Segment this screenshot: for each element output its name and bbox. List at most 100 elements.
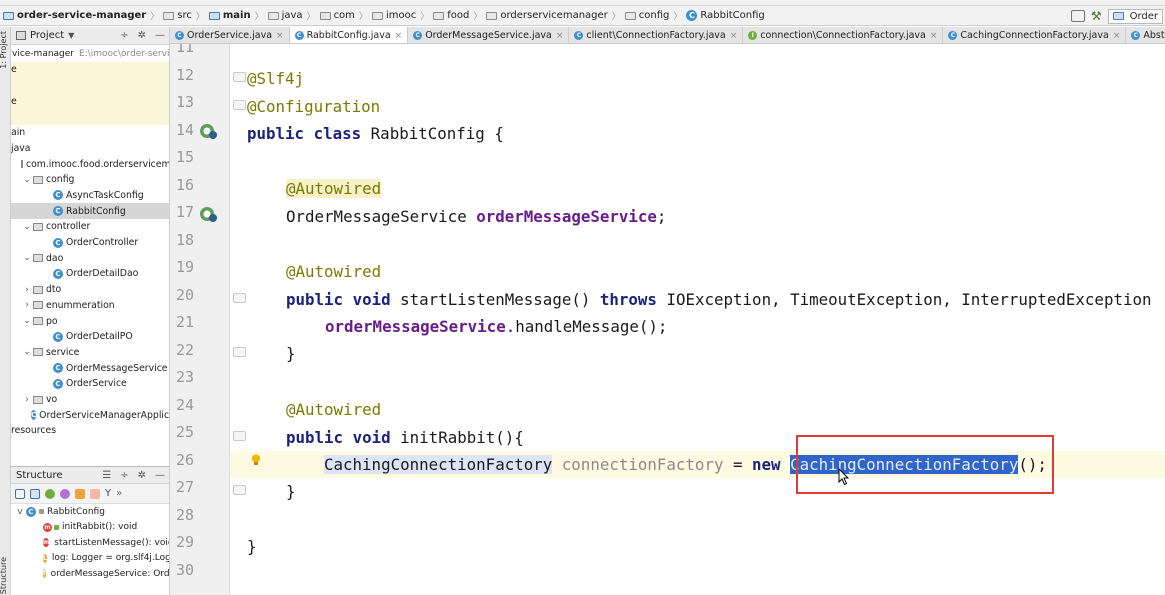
breadcrumb-separator-icon: 〉	[358, 12, 368, 22]
project-tree-row[interactable]: › vo	[11, 392, 169, 408]
structure-root-row[interactable]: v C RabbitConfig	[11, 504, 169, 520]
project-tree-row[interactable]: C OrderDetailPO	[11, 329, 169, 345]
project-tree-row[interactable]: COrderServiceManagerApplication	[11, 407, 169, 423]
editor-tab[interactable]: C CachingConnectionFactory.java ×	[943, 27, 1127, 43]
breadcrumb-item[interactable]: java	[267, 10, 303, 21]
close-icon[interactable]: ×	[395, 31, 403, 41]
build-hammer-icon[interactable]: ⚒	[1091, 9, 1102, 23]
project-tree-row[interactable]: e	[11, 93, 169, 110]
hide-panel-icon[interactable]: —	[155, 30, 165, 41]
code-editor[interactable]: 11 12 13 14 15 16 17 18 19 20 21 22 23 24 25 26 27 28 29 30…	[170, 44, 1165, 595]
project-tree-row[interactable]: ⌄ controller	[11, 219, 169, 235]
project-tree-row[interactable]: resources	[11, 423, 169, 439]
chevron-right-icon[interactable]: ›	[21, 285, 33, 295]
project-tree-label: RabbitConfig	[66, 205, 126, 217]
breadcrumb-item[interactable]: config	[624, 10, 669, 21]
project-tree-row[interactable]: C RabbitConfig	[11, 203, 169, 219]
project-tree-row[interactable]: ⌄ po	[11, 313, 169, 329]
project-tree-row[interactable]: e	[11, 62, 169, 78]
close-icon[interactable]: ×	[930, 31, 938, 41]
breadcrumb-item[interactable]: main	[208, 10, 251, 21]
project-tree-row[interactable]: java	[11, 141, 169, 157]
project-tree-row[interactable]: ⌄ service	[11, 345, 169, 361]
show-properties-icon[interactable]	[60, 488, 70, 499]
project-root-row[interactable]: vice-manager E:\imooc\order-servi	[11, 45, 169, 62]
breadcrumb-item[interactable]: com	[319, 10, 355, 21]
run-configuration-select[interactable]: Order	[1107, 8, 1163, 24]
project-structure-icon[interactable]	[1070, 10, 1085, 22]
editor-tab[interactable]: Cclient\ConnectionFactory.java ×	[569, 27, 744, 43]
editor-tab[interactable]: C OrderService.java ×	[170, 27, 290, 43]
hide-panel-icon[interactable]: —	[155, 470, 165, 481]
visibility-icon	[39, 509, 44, 515]
structure-item[interactable]: f orderMessageService: OrderMessageServic…	[11, 566, 169, 582]
project-tree-row[interactable]: C AsyncTaskConfig	[11, 188, 169, 204]
toolbar-right: ⚒ Order	[1070, 6, 1165, 25]
code-area[interactable]: @Slf4j @Configuration public class Rabbi…	[230, 44, 1165, 595]
project-tree-row[interactable]: › enummeration	[11, 298, 169, 314]
settings-gear-icon[interactable]: ✲	[138, 470, 146, 481]
project-tree-row[interactable]: ⌄ dao	[11, 250, 169, 266]
breadcrumb-item[interactable]: src	[163, 10, 192, 21]
breadcrumb-separator-icon: 〉	[420, 12, 430, 22]
close-icon[interactable]: ×	[730, 31, 738, 41]
project-tree-row[interactable]: C OrderDetailDao	[11, 266, 169, 282]
project-panel-title[interactable]: Project	[30, 30, 64, 41]
class-icon: C	[574, 31, 584, 40]
project-tree-label: controller	[46, 221, 91, 233]
chevron-down-icon[interactable]: ⌄	[21, 347, 33, 357]
editor-tab[interactable]: Iconnection\ConnectionFactory.java ×	[743, 27, 944, 43]
structure-item[interactable]: m startListenMessage(): void	[11, 535, 169, 551]
project-tree-label: e	[11, 95, 17, 107]
collapse-all-icon[interactable]: ÷	[120, 30, 128, 41]
project-tree-row[interactable]: com.imooc.food.orderservicemanager	[11, 156, 169, 172]
expand-all-icon[interactable]: ☰	[102, 470, 111, 481]
project-tree-row[interactable]: C OrderController	[11, 235, 169, 251]
breadcrumb-item[interactable]: imooc	[371, 10, 416, 21]
close-icon[interactable]: ×	[556, 31, 564, 41]
close-icon[interactable]: ×	[276, 31, 284, 41]
editor-tab[interactable]: C RabbitConfig.java ×	[289, 27, 409, 43]
structure-item[interactable]: m initRabbit(): void	[11, 520, 169, 536]
breadcrumb-item[interactable]: order-service-manager	[3, 10, 146, 21]
sort-by-visibility-icon[interactable]	[15, 488, 25, 499]
chevron-down-icon[interactable]: v	[14, 507, 26, 517]
filter-icon[interactable]: Y	[105, 488, 111, 499]
show-inherited-icon[interactable]	[45, 488, 55, 499]
project-tool-tab[interactable]: 1: Project	[0, 31, 8, 69]
collapse-all-icon[interactable]: ÷	[120, 470, 128, 481]
project-tree-row[interactable]	[11, 77, 169, 94]
breadcrumb-item[interactable]: food	[433, 10, 469, 21]
project-root-label: vice-manager	[12, 48, 75, 59]
chevron-right-icon[interactable]: ›	[21, 300, 33, 310]
chevron-down-icon[interactable]: ⌄	[21, 253, 33, 263]
dropdown-arrow-icon[interactable]: ▼	[68, 31, 74, 40]
close-icon[interactable]: ×	[1113, 31, 1121, 41]
project-tree-label: e	[11, 64, 17, 76]
chevron-down-icon[interactable]: ⌄	[21, 175, 33, 185]
project-tree-row[interactable]	[11, 109, 169, 125]
structure-tool-tab[interactable]: Structure	[0, 557, 8, 594]
line-number: 27	[175, 478, 194, 496]
chevron-down-icon[interactable]: ⌄	[21, 222, 33, 232]
show-fields-icon[interactable]	[75, 488, 85, 499]
structure-item[interactable]: Llog: Logger = org.slf4j.LoggerFactory	[11, 551, 169, 567]
project-tree-row[interactable]: ain	[11, 125, 169, 141]
editor-tab[interactable]: C OrderMessageService.java ×	[408, 27, 570, 43]
project-tree-row[interactable]: › dto	[11, 282, 169, 298]
autowired-bean-icon[interactable]	[198, 205, 218, 223]
breadcrumb-item[interactable]: C RabbitConfig	[686, 10, 765, 21]
chevron-down-icon[interactable]: ⌄	[21, 316, 33, 326]
breadcrumb-item[interactable]: orderservicemanager	[486, 10, 608, 21]
project-tree-row[interactable]: ⌄ config	[11, 172, 169, 188]
class-icon: C	[53, 378, 63, 389]
more-options-icon[interactable]: »	[116, 488, 122, 499]
project-tree-row[interactable]: C OrderService	[11, 376, 169, 392]
project-tree-row[interactable]: C OrderMessageService	[11, 360, 169, 376]
editor-tab[interactable]: CAbstractConnectionFactory.java×	[1126, 27, 1165, 43]
chevron-right-icon[interactable]: ›	[21, 395, 33, 405]
show-non-public-icon[interactable]	[90, 488, 100, 499]
settings-gear-icon[interactable]: ✲	[138, 30, 146, 41]
sort-alphabetically-icon[interactable]	[30, 488, 40, 499]
bean-icon[interactable]	[198, 122, 218, 140]
